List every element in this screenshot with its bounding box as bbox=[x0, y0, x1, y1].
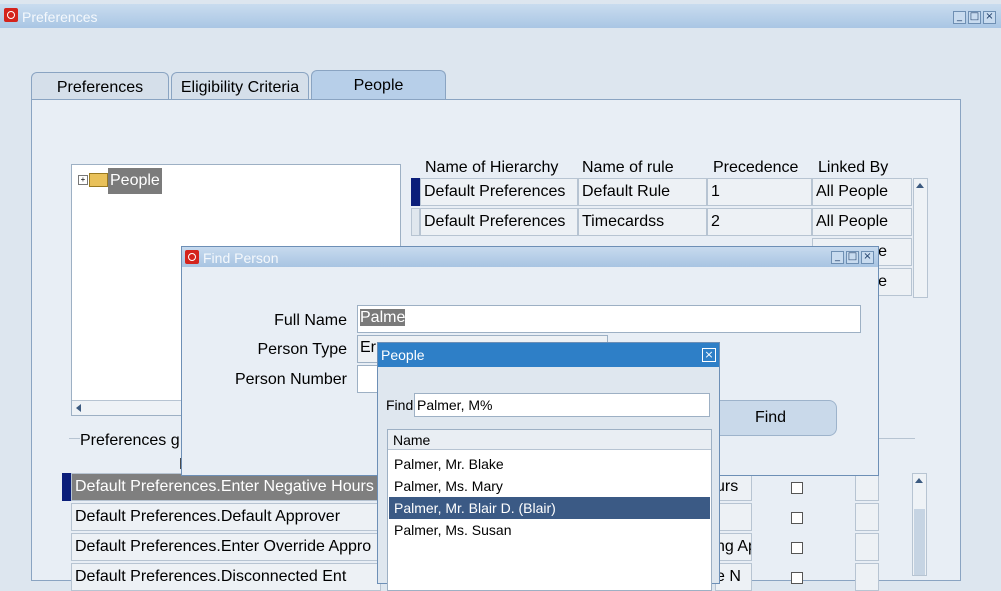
current-record-indicator bbox=[411, 178, 420, 206]
lov-find-field[interactable]: Palmer, M% bbox=[414, 393, 710, 417]
find-person-title: Find Person bbox=[203, 250, 279, 266]
oracle-logo-icon bbox=[4, 8, 18, 22]
pref-checkbox[interactable] bbox=[791, 482, 803, 494]
full-name-label: Full Name bbox=[274, 312, 347, 329]
expand-icon[interactable]: + bbox=[78, 175, 88, 185]
minimize-icon[interactable]: _ bbox=[953, 11, 966, 24]
full-name-field[interactable]: Palme bbox=[357, 305, 861, 333]
people-lov-title: People bbox=[381, 347, 425, 363]
find-button[interactable]: Find bbox=[704, 400, 837, 436]
scroll-up-icon[interactable] bbox=[916, 183, 924, 188]
scroll-left-icon[interactable] bbox=[76, 404, 81, 412]
pref-row-value[interactable]: ng Ap bbox=[715, 533, 752, 561]
rule-cell-rule[interactable]: Timecardss bbox=[578, 208, 707, 236]
pref-row-name[interactable]: Default Preferences.Disconnected Ent bbox=[71, 563, 381, 591]
record-indicator[interactable] bbox=[411, 208, 420, 236]
col-header-precedence: Precedence bbox=[713, 159, 799, 176]
tab-preferences[interactable]: Preferences bbox=[31, 72, 169, 101]
tree-node-people[interactable]: People bbox=[108, 168, 162, 194]
people-lov-dialog: People × Find Palmer, M% Name Palmer, Mr… bbox=[377, 342, 720, 591]
folder-icon bbox=[89, 173, 108, 187]
tab-eligibility-criteria[interactable]: Eligibility Criteria bbox=[171, 72, 309, 101]
oracle-logo-icon bbox=[185, 250, 199, 264]
col-header-hierarchy: Name of Hierarchy bbox=[425, 159, 559, 176]
scroll-thumb[interactable] bbox=[914, 509, 925, 575]
pref-row-value[interactable]: urs bbox=[715, 473, 752, 501]
pref-row-button[interactable] bbox=[855, 473, 879, 501]
people-lov-titlebar: People × bbox=[378, 343, 719, 367]
window-titlebar: Preferences _ □ × bbox=[0, 4, 1001, 28]
tab-label: People bbox=[353, 77, 404, 94]
close-icon[interactable]: × bbox=[861, 251, 874, 264]
prefs-section-label: Preferences g bbox=[80, 432, 182, 450]
pref-row-value[interactable]: e N bbox=[715, 563, 752, 591]
close-icon[interactable]: × bbox=[702, 348, 716, 362]
current-record-indicator bbox=[62, 473, 71, 501]
lov-list-item-selected[interactable]: Palmer, Mr. Blair D. (Blair) bbox=[389, 497, 710, 519]
lov-find-label: Find bbox=[386, 397, 414, 413]
pref-row-button[interactable] bbox=[855, 503, 879, 531]
rule-cell-hierarchy[interactable]: Default Preferences bbox=[420, 208, 578, 236]
lov-list-item[interactable]: Palmer, Mr. Blake bbox=[389, 453, 710, 475]
window-title: Preferences bbox=[22, 9, 98, 25]
minimize-icon[interactable]: _ bbox=[831, 251, 844, 264]
maximize-icon[interactable]: □ bbox=[968, 11, 981, 24]
maximize-icon[interactable]: □ bbox=[846, 251, 859, 264]
rule-cell-precedence[interactable]: 1 bbox=[707, 178, 812, 206]
find-person-titlebar: Find Person _ □ × bbox=[182, 247, 878, 267]
rule-cell-rule[interactable]: Default Rule bbox=[578, 178, 707, 206]
lov-list-item[interactable]: Palmer, Ms. Mary bbox=[389, 475, 710, 497]
lov-results-list[interactable]: Name Palmer, Mr. Blake Palmer, Ms. Mary … bbox=[387, 429, 712, 591]
lov-list-item[interactable]: Palmer, Ms. Susan bbox=[389, 519, 710, 541]
tab-label: Preferences bbox=[56, 79, 144, 96]
pref-row-button[interactable] bbox=[855, 533, 879, 561]
pref-row-name[interactable]: Default Preferences.Default Approver bbox=[71, 503, 381, 531]
pref-row-value[interactable] bbox=[715, 503, 752, 531]
pref-row-name[interactable]: Default Preferences.Enter Override Appro bbox=[71, 533, 381, 561]
close-icon[interactable]: × bbox=[983, 11, 996, 24]
tab-label: Eligibility Criteria bbox=[180, 79, 300, 96]
person-type-label: Person Type bbox=[257, 341, 347, 358]
col-header-linked-by: Linked By bbox=[818, 159, 889, 176]
full-name-value: Palme bbox=[360, 309, 406, 326]
tab-people[interactable]: People bbox=[311, 70, 446, 101]
prefs-vscrollbar[interactable] bbox=[912, 473, 927, 576]
lov-column-header-name[interactable]: Name bbox=[388, 430, 711, 450]
rule-cell-hierarchy[interactable]: Default Preferences bbox=[420, 178, 578, 206]
rule-cell-linked-by[interactable]: All People bbox=[812, 178, 912, 206]
rule-cell-linked-by[interactable]: All People bbox=[812, 208, 912, 236]
pref-checkbox[interactable] bbox=[791, 542, 803, 554]
person-number-label: Person Number bbox=[234, 371, 347, 388]
pref-row-name[interactable]: Default Preferences.Enter Negative Hours bbox=[71, 473, 381, 501]
rule-cell-precedence[interactable]: 2 bbox=[707, 208, 812, 236]
pref-row-button[interactable] bbox=[855, 563, 879, 591]
rules-vscrollbar[interactable] bbox=[913, 178, 928, 298]
col-header-rule: Name of rule bbox=[582, 159, 674, 176]
scroll-up-icon[interactable] bbox=[915, 478, 923, 483]
pref-checkbox[interactable] bbox=[791, 512, 803, 524]
